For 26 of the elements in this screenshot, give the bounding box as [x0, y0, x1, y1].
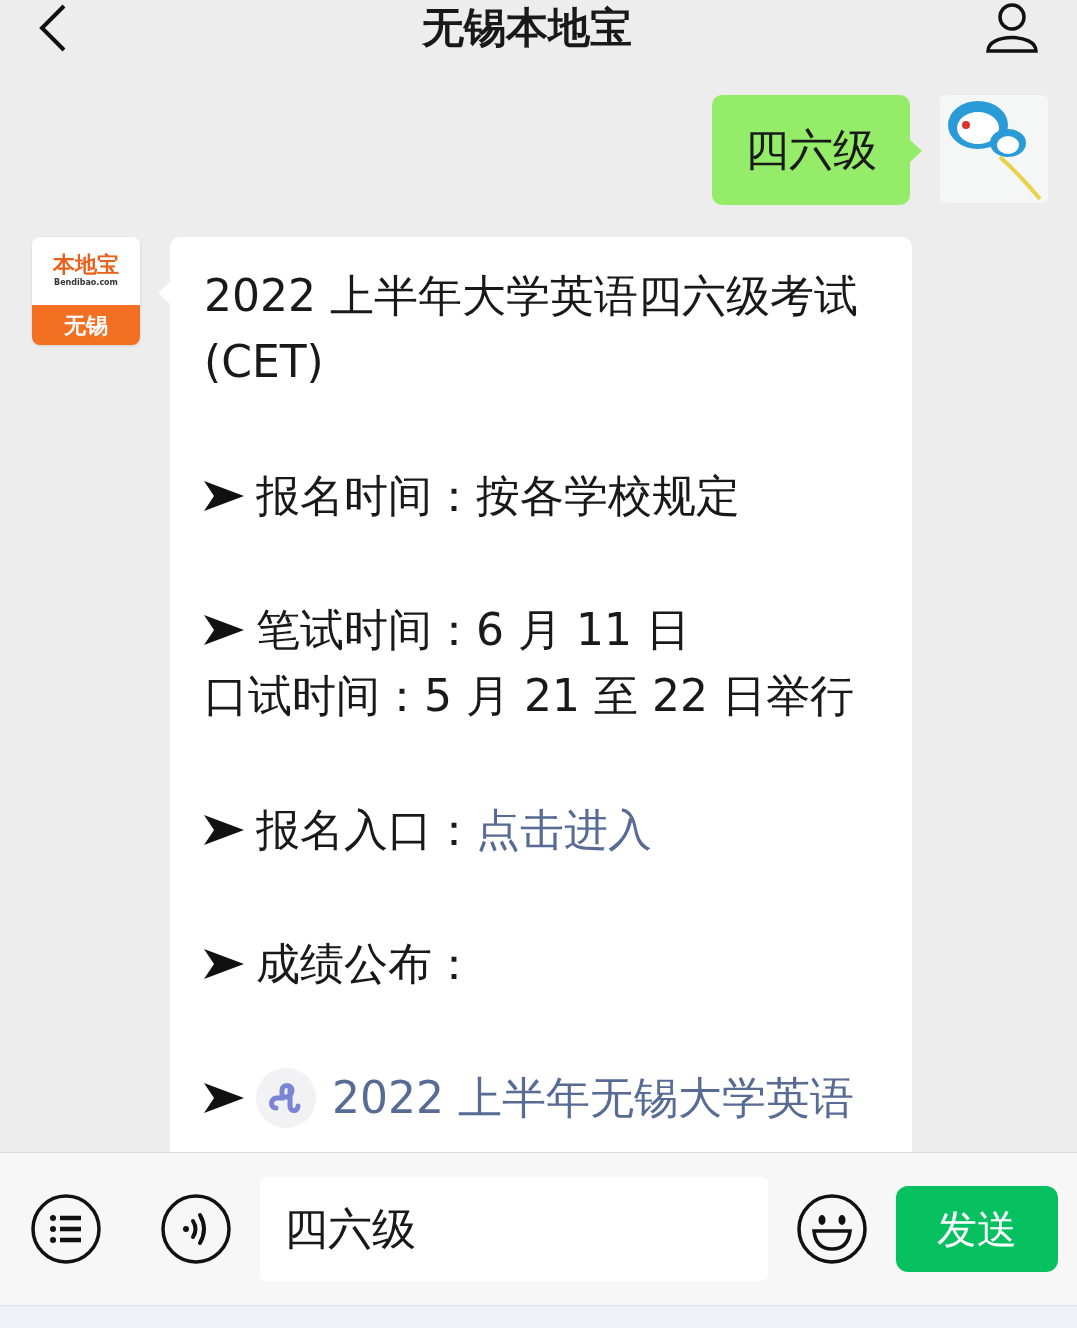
back-icon[interactable]	[38, 2, 68, 53]
emoji-icon[interactable]	[796, 1193, 868, 1265]
message-text: 报名入口：	[256, 803, 476, 857]
arrowhead-icon	[204, 813, 244, 847]
message-text: 成绩公布：	[256, 937, 476, 991]
message-text: 笔试时间：6 月 11 日	[256, 603, 690, 657]
arrowhead-icon	[204, 1081, 244, 1115]
arrowhead-icon	[204, 613, 244, 647]
message-title: 2022 上半年大学英语四六级考试(CET)	[204, 269, 859, 389]
message-text: 报名时间：按各学校规定	[256, 469, 740, 523]
logo-text: 本地宝	[53, 253, 119, 277]
logo-domain: Bendibao.com	[54, 277, 118, 289]
mini-program-link[interactable]: 2022 上半年无锡大学英语	[332, 1065, 854, 1131]
menu-icon[interactable]	[30, 1193, 102, 1265]
message-input-field[interactable]: 四六级	[260, 1177, 768, 1281]
sent-message-bubble: 四六级	[712, 95, 910, 205]
bubble-tail	[909, 139, 922, 163]
person-icon[interactable]	[985, 2, 1039, 53]
message-link[interactable]: 点击进入	[476, 797, 652, 863]
logo-city: 无锡	[64, 311, 108, 340]
arrowhead-icon	[204, 947, 244, 981]
message-text: 口试时间：5 月 21 至 22 日举行	[204, 669, 855, 723]
voice-icon[interactable]	[160, 1193, 232, 1265]
mini-program-icon	[256, 1068, 316, 1128]
arrowhead-icon	[204, 479, 244, 513]
chat-title: 无锡本地宝	[421, 2, 632, 53]
